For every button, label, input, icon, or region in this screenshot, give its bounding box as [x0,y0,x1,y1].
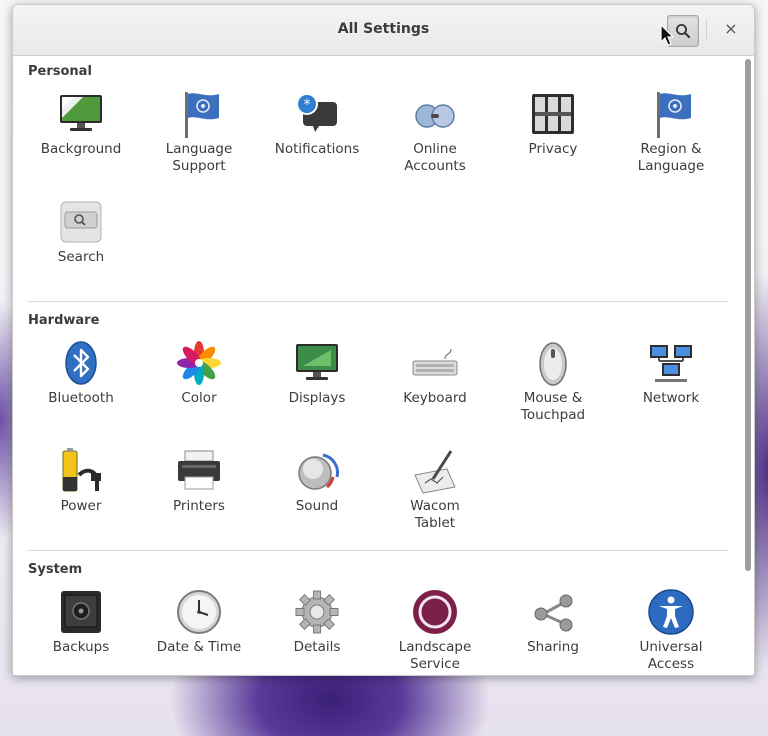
panel-label: Search [57,249,105,265]
panel-displays[interactable]: Displays [262,339,372,407]
privacy-icon [532,94,574,134]
panel-keyboard[interactable]: Keyboard [380,339,490,407]
panel-details[interactable]: Details [262,588,372,656]
displays-icon [296,344,338,380]
panel-region-language[interactable]: Region & Language [616,90,726,175]
power-icon [62,448,101,492]
landscape-icon [413,590,457,634]
notifications-icon: * [296,93,337,132]
close-button[interactable]: × [719,17,743,41]
panel-backups[interactable]: Backups [26,588,136,656]
panel-mouse-touchpad[interactable]: Mouse & Touchpad [498,339,608,424]
search-settings-icon [60,201,102,243]
mouse-icon [539,342,567,386]
sound-icon [298,453,339,490]
section-divider [27,301,729,302]
panel-label: Color [181,390,217,406]
panel-label: Online Accounts [404,141,466,174]
panel-universal-access[interactable]: Universal Access [616,588,726,673]
online-accounts-icon [415,104,455,128]
section-divider [27,550,729,551]
panel-label: Mouse & Touchpad [520,390,586,423]
panel-label: Region & Language [637,141,705,174]
panel-label: Power [60,498,102,514]
section-title-system: System [28,562,83,577]
accessibility-icon [648,589,694,635]
section-title-hardware: Hardware [28,313,100,328]
panel-label: Date & Time [156,639,242,655]
panel-sound[interactable]: Sound [262,447,372,515]
svg-text:*: * [304,97,311,113]
titlebar-separator [706,19,707,41]
settings-window: All Settings × Personal Background Langu… [12,4,755,676]
color-icon [177,341,221,385]
vertical-scrollbar[interactable] [745,59,751,571]
region-language-icon [657,92,691,138]
panel-bluetooth[interactable]: Bluetooth [26,339,136,407]
panel-power[interactable]: Power [26,447,136,515]
mouse-cursor-icon [660,24,675,46]
panel-label: Backups [52,639,110,655]
keyboard-icon [412,348,458,376]
panel-label: Details [293,639,341,655]
share-icon [534,594,573,632]
panel-label: Printers [173,498,225,514]
panel-color[interactable]: Color [144,339,254,407]
panel-label: Displays [288,390,346,406]
panel-notifications[interactable]: * Notifications [262,90,372,158]
panel-label: Universal Access [639,639,703,672]
panel-label: Bluetooth [48,390,114,406]
gear-icon [295,590,339,634]
panel-label: Background [40,141,122,157]
network-icon [650,345,692,382]
panel-label: Network [642,390,700,406]
panel-label: Keyboard [403,390,467,406]
panel-network[interactable]: Network [616,339,726,407]
panel-search[interactable]: Search [26,198,136,266]
section-title-personal: Personal [28,64,92,79]
panel-label: Sharing [527,639,579,655]
panel-label: Sound [295,498,339,514]
panel-language-support[interactable]: Language Support [144,90,254,175]
printers-icon [178,450,220,490]
background-icon [60,95,102,131]
panel-online-accounts[interactable]: Online Accounts [380,90,490,175]
panel-wacom-tablet[interactable]: Wacom Tablet [380,447,490,532]
clock-icon [177,590,221,634]
close-icon: × [724,19,738,38]
panel-label: Wacom Tablet [410,498,460,531]
panel-privacy[interactable]: Privacy [498,90,608,158]
backups-icon [61,591,101,633]
panel-date-time[interactable]: Date & Time [144,588,254,656]
panel-label: Notifications [274,141,360,157]
wacom-tablet-icon [414,450,456,494]
panel-label: Language Support [165,141,233,174]
panel-background[interactable]: Background [26,90,136,158]
bluetooth-icon [65,341,97,385]
panel-label: Landscape Service [398,639,472,672]
window-title: All Settings [337,21,430,37]
panel-printers[interactable]: Printers [144,447,254,515]
panel-label: Privacy [528,141,578,157]
header-bar: All Settings × [13,5,754,56]
panel-landscape-service[interactable]: Landscape Service [380,588,490,673]
panel-sharing[interactable]: Sharing [498,588,608,656]
settings-grid: Personal Background Language Support * N… [13,56,742,675]
language-support-icon [185,92,219,138]
